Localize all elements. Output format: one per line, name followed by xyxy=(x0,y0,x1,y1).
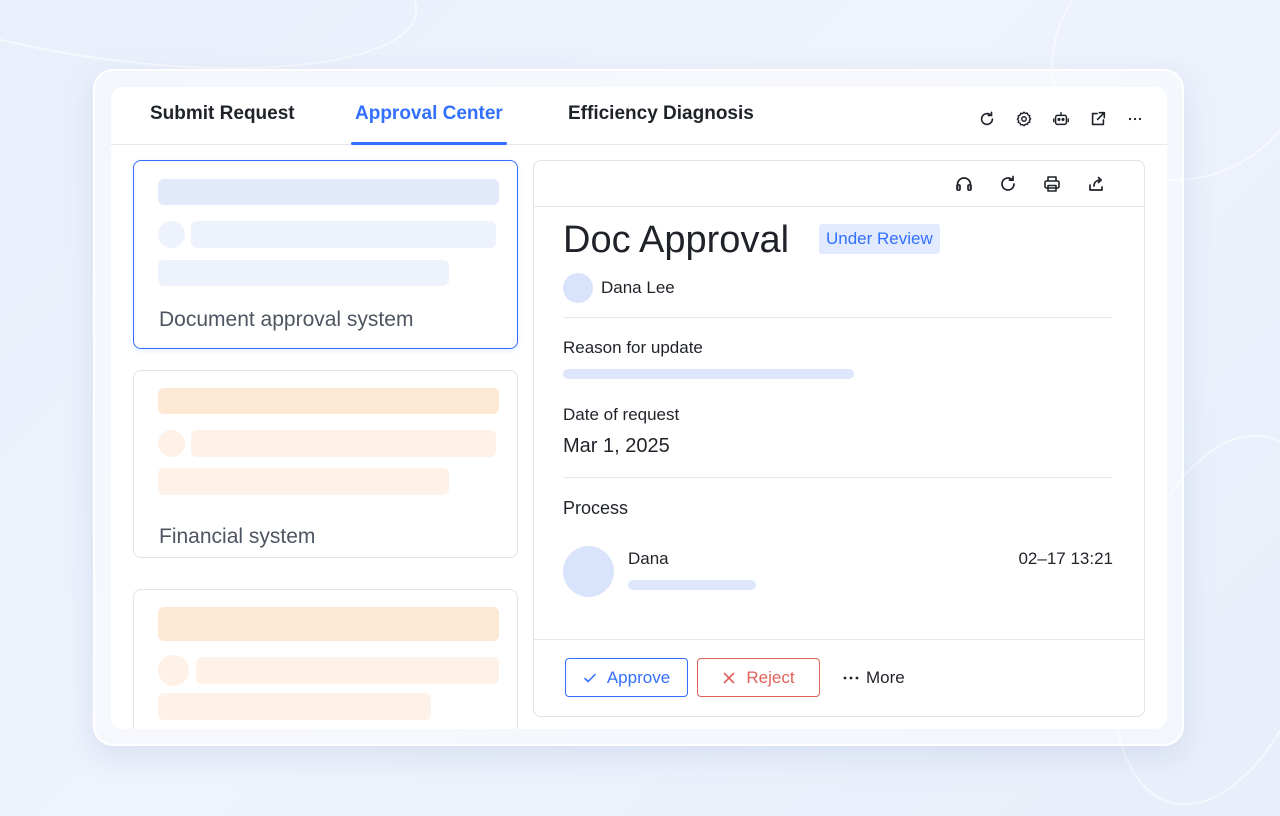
check-icon xyxy=(584,673,596,682)
reason-label: Reason for update xyxy=(563,338,703,357)
placeholder-bar xyxy=(158,388,499,414)
system-card-document[interactable]: Document approval system xyxy=(133,160,518,349)
date-label: Date of request xyxy=(563,405,680,424)
placeholder-bar xyxy=(158,607,499,641)
refresh-icon[interactable] xyxy=(977,109,997,129)
card-title: Financial system xyxy=(159,525,316,548)
placeholder-bar xyxy=(158,260,449,286)
placeholder-bar xyxy=(191,221,496,248)
more-icon xyxy=(843,676,859,679)
placeholder-bar xyxy=(196,657,499,684)
approval-detail-panel: Doc Approval Under Review Dana Lee Reaso… xyxy=(533,160,1145,717)
placeholder-bar xyxy=(158,179,499,205)
process-step-placeholder xyxy=(628,580,756,590)
refresh-icon[interactable] xyxy=(998,174,1018,194)
open-external-icon[interactable] xyxy=(1088,109,1108,129)
app-window: Submit Request Approval Center Efficienc… xyxy=(111,87,1167,729)
date-value: Mar 1, 2025 xyxy=(563,435,670,457)
reason-placeholder xyxy=(563,369,854,379)
process-step-name: Dana xyxy=(628,549,669,568)
bot-icon[interactable] xyxy=(1051,109,1071,129)
divider xyxy=(563,477,1112,478)
tab-bar: Submit Request Approval Center Efficienc… xyxy=(111,87,1167,145)
placeholder-bar xyxy=(158,468,449,495)
system-card-third[interactable] xyxy=(133,589,518,729)
placeholder-bar xyxy=(158,693,431,720)
process-step-time: 02–17 13:21 xyxy=(1018,549,1113,568)
reject-button[interactable]: Reject xyxy=(697,658,820,697)
action-bar: Approve Reject More xyxy=(534,639,1144,716)
placeholder-avatar xyxy=(158,655,189,686)
tab-approval-center[interactable]: Approval Center xyxy=(351,103,507,145)
system-card-financial[interactable]: Financial system xyxy=(133,370,518,558)
more-actions-button[interactable]: More xyxy=(842,658,932,697)
close-icon xyxy=(724,672,735,683)
tab-submit-request[interactable]: Submit Request xyxy=(150,103,295,145)
tab-efficiency-diagnosis[interactable]: Efficiency Diagnosis xyxy=(568,103,754,145)
status-badge: Under Review xyxy=(819,224,940,254)
more-label: More xyxy=(866,667,905,687)
detail-toolbar xyxy=(534,161,1144,207)
print-icon[interactable] xyxy=(1042,174,1062,194)
divider xyxy=(563,317,1112,318)
placeholder-avatar xyxy=(158,430,185,457)
author-name: Dana Lee xyxy=(601,278,675,297)
placeholder-bar xyxy=(191,430,496,457)
card-title: Document approval system xyxy=(159,308,414,331)
reject-label: Reject xyxy=(746,667,795,687)
more-icon[interactable] xyxy=(1125,109,1145,129)
process-label: Process xyxy=(563,498,629,518)
headset-icon[interactable] xyxy=(954,174,974,194)
settings-icon[interactable] xyxy=(1014,109,1034,129)
approve-label: Approve xyxy=(606,667,671,687)
document-title: Doc Approval xyxy=(563,219,790,261)
avatar xyxy=(563,546,614,597)
approve-button[interactable]: Approve xyxy=(565,658,688,697)
avatar xyxy=(563,273,593,303)
placeholder-avatar xyxy=(158,221,185,248)
share-icon[interactable] xyxy=(1086,174,1106,194)
tab-bar-toolbar xyxy=(977,109,1145,129)
